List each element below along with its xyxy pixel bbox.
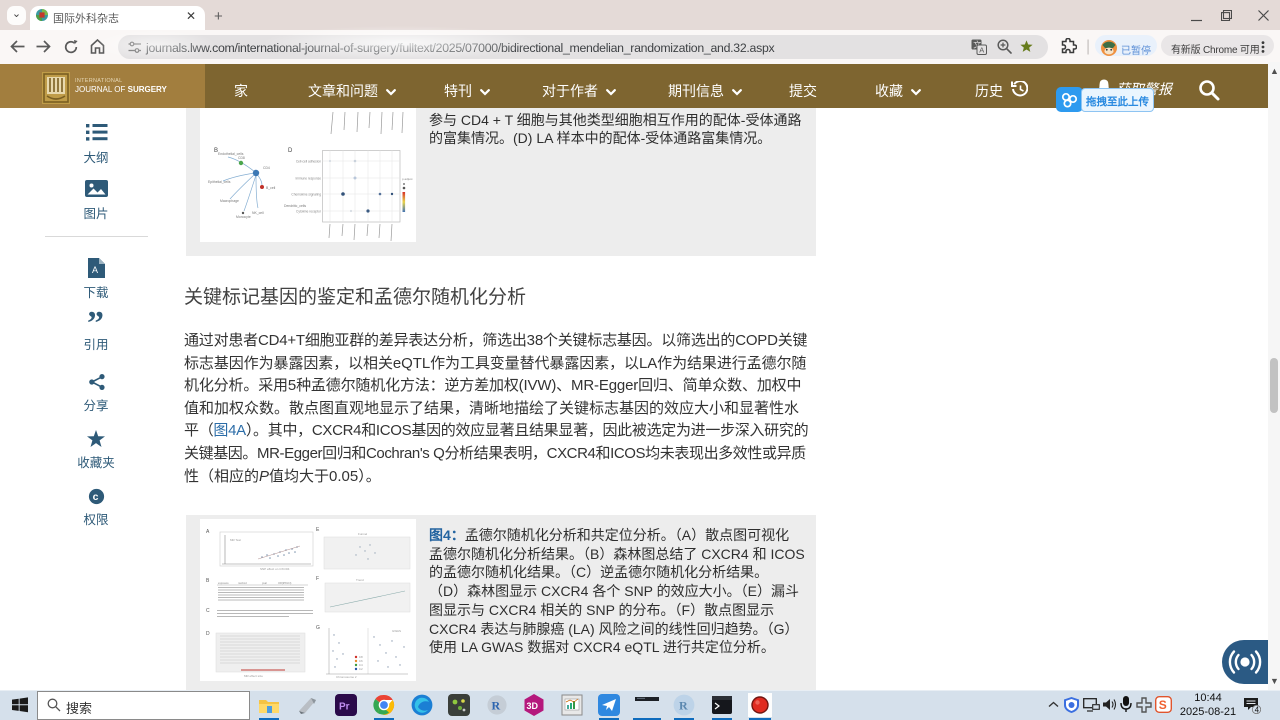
svg-text:CD4: CD4 bbox=[263, 166, 270, 170]
svg-text:4: 4 bbox=[1255, 705, 1260, 714]
svg-text:A: A bbox=[206, 529, 210, 535]
svg-text:Cell-cell adhesion: Cell-cell adhesion bbox=[296, 160, 321, 164]
svg-text:Immune response: Immune response bbox=[295, 177, 321, 181]
svg-text:method: method bbox=[238, 581, 247, 585]
svg-text:Cytokine receptor: Cytokine receptor bbox=[296, 210, 322, 214]
svg-text:Chromosome 2: Chromosome 2 bbox=[336, 675, 357, 679]
svg-text:c: c bbox=[93, 491, 99, 503]
svg-text:Monocyte: Monocyte bbox=[236, 215, 251, 219]
svg-text:0.8: 0.8 bbox=[359, 655, 363, 659]
svg-text:p.adjust: p.adjust bbox=[402, 177, 413, 181]
svg-text:exposure: exposure bbox=[218, 581, 229, 585]
svg-text:NK_cell: NK_cell bbox=[252, 211, 264, 215]
svg-text:Chemokine signaling: Chemokine signaling bbox=[291, 193, 321, 197]
svg-text:C: C bbox=[206, 608, 210, 614]
svg-text:Dendritic_cells: Dendritic_cells bbox=[284, 204, 306, 208]
svg-text:G: G bbox=[316, 625, 320, 631]
svg-text:pval: pval bbox=[262, 581, 267, 585]
svg-text:R: R bbox=[492, 699, 501, 713]
svg-text:MR Test: MR Test bbox=[230, 538, 241, 542]
svg-text:Trend: Trend bbox=[356, 578, 364, 582]
svg-text:MR effect size: MR effect size bbox=[244, 674, 263, 678]
svg-text:A: A bbox=[92, 265, 98, 275]
svg-text:R: R bbox=[679, 699, 688, 713]
svg-text:Macrophage: Macrophage bbox=[220, 199, 239, 203]
svg-text:D: D bbox=[206, 631, 210, 637]
svg-text:Funnel: Funnel bbox=[358, 532, 368, 536]
svg-text:Pr: Pr bbox=[339, 702, 350, 713]
svg-text:3D: 3D bbox=[527, 701, 539, 711]
svg-text:GWAS: GWAS bbox=[392, 629, 401, 633]
svg-text:0.2: 0.2 bbox=[359, 667, 363, 671]
svg-text:OR(95%CI): OR(95%CI) bbox=[278, 581, 292, 585]
svg-text:B_cell: B_cell bbox=[266, 186, 275, 190]
svg-text:SNP effect on CXCR4: SNP effect on CXCR4 bbox=[260, 567, 290, 571]
svg-text:B: B bbox=[206, 578, 210, 584]
svg-text:0.6: 0.6 bbox=[359, 659, 363, 663]
svg-text:S: S bbox=[1159, 698, 1167, 712]
svg-text:0.4: 0.4 bbox=[359, 663, 363, 667]
svg-text:E: E bbox=[316, 527, 320, 533]
svg-text:A: A bbox=[979, 46, 984, 55]
svg-text:D: D bbox=[288, 148, 293, 154]
svg-text:Epithelial_cells: Epithelial_cells bbox=[208, 180, 231, 184]
svg-text:CD8: CD8 bbox=[238, 156, 245, 160]
svg-text:F: F bbox=[316, 576, 319, 582]
